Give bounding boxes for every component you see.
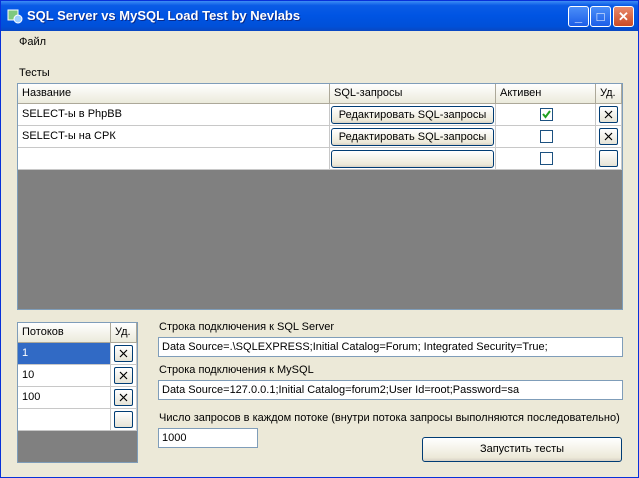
delete-thread-button[interactable]: [114, 367, 133, 384]
column-header-active[interactable]: Активен: [496, 84, 596, 104]
close-icon[interactable]: ✕: [613, 6, 634, 27]
mysql-connection-input[interactable]: Data Source=127.0.0.1;Initial Catalog=fo…: [158, 380, 623, 400]
active-checkbox[interactable]: [540, 130, 553, 143]
edit-sql-button[interactable]: [331, 150, 494, 168]
menu-bar: Файл: [1, 32, 638, 52]
column-header-name[interactable]: Название: [18, 84, 330, 104]
main-window: SQL Server vs MySQL Load Test by Nevlabs…: [0, 0, 639, 478]
delete-test-button[interactable]: [599, 106, 618, 123]
delete-thread-button[interactable]: [114, 345, 133, 362]
menu-file[interactable]: Файл: [19, 36, 46, 48]
thread-count-cell[interactable]: 10: [18, 365, 111, 387]
sqlserver-connection-input[interactable]: Data Source=.\SQLEXPRESS;Initial Catalog…: [158, 337, 623, 357]
threads-grid[interactable]: Потоков Уд. 1 10 100: [17, 322, 138, 463]
column-header-threads[interactable]: Потоков: [18, 323, 111, 343]
sqlserver-connection-label: Строка подключения к SQL Server: [159, 321, 335, 333]
close-icon: [604, 132, 613, 141]
checkmark-icon: [542, 110, 551, 119]
test-name-cell[interactable]: [18, 148, 330, 170]
table-row: SELECT-ы на СРК Редактировать SQL-запрос…: [18, 126, 622, 148]
run-tests-button[interactable]: Запустить тесты: [422, 437, 622, 462]
requests-count-input[interactable]: 1000: [158, 428, 258, 448]
mysql-connection-label: Строка подключения к MySQL: [159, 364, 314, 376]
close-icon: [119, 371, 128, 380]
table-row: 100: [18, 387, 137, 409]
tests-group-label: Тесты: [19, 67, 50, 79]
app-icon: [7, 9, 23, 24]
active-checkbox[interactable]: [540, 108, 553, 121]
thread-count-cell[interactable]: 100: [18, 387, 111, 409]
table-row-new: [18, 409, 137, 431]
minimize-icon[interactable]: _: [568, 6, 589, 27]
close-icon: [604, 110, 613, 119]
edit-sql-button[interactable]: Редактировать SQL-запросы: [331, 128, 494, 146]
test-name-cell[interactable]: SELECT-ы на СРК: [18, 126, 330, 148]
column-header-delete[interactable]: Уд.: [596, 84, 622, 104]
window-title: SQL Server vs MySQL Load Test by Nevlabs: [27, 8, 301, 23]
table-row-new: [18, 148, 622, 170]
close-icon: [119, 349, 128, 358]
maximize-icon[interactable]: □: [590, 6, 611, 27]
thread-count-cell[interactable]: 1: [18, 343, 111, 365]
edit-sql-button[interactable]: Редактировать SQL-запросы: [331, 106, 494, 124]
threads-grid-header: Потоков Уд.: [18, 323, 137, 343]
requests-count-label: Число запросов в каждом потоке (внутри п…: [159, 412, 620, 424]
delete-test-button[interactable]: [599, 128, 618, 145]
close-icon: [119, 393, 128, 402]
column-header-delete[interactable]: Уд.: [111, 323, 137, 343]
table-row: SELECT-ы в PhpBB Редактировать SQL-запро…: [18, 104, 622, 126]
table-row: 10: [18, 365, 137, 387]
title-bar[interactable]: SQL Server vs MySQL Load Test by Nevlabs…: [1, 1, 638, 31]
tests-grid-header: Название SQL-запросы Активен Уд.: [18, 84, 622, 104]
table-row: 1: [18, 343, 137, 365]
thread-count-cell[interactable]: [18, 409, 111, 431]
test-name-cell[interactable]: SELECT-ы в PhpBB: [18, 104, 330, 126]
delete-test-button[interactable]: [599, 150, 618, 167]
delete-thread-button[interactable]: [114, 389, 133, 406]
delete-thread-button[interactable]: [114, 411, 133, 428]
active-checkbox[interactable]: [540, 152, 553, 165]
column-header-sql[interactable]: SQL-запросы: [330, 84, 496, 104]
tests-grid[interactable]: Название SQL-запросы Активен Уд. SELECT-…: [17, 83, 623, 310]
